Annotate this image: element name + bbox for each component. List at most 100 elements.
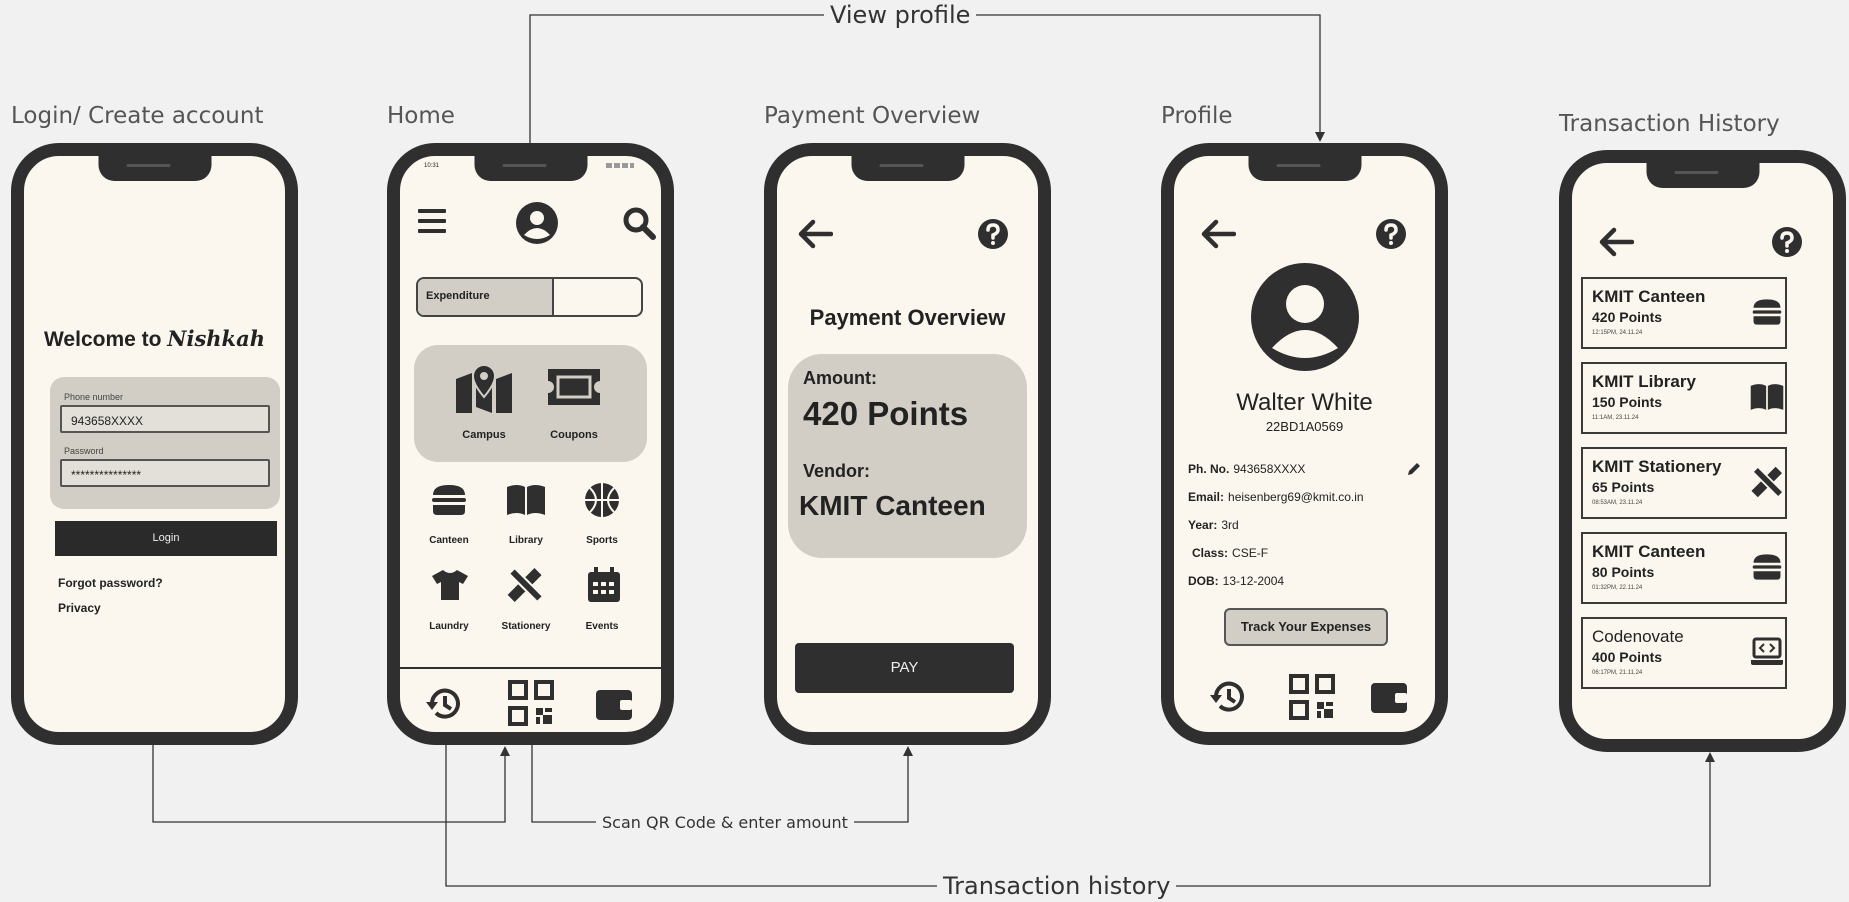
menu-icon[interactable] bbox=[416, 206, 448, 236]
vendor-label: Vendor: bbox=[803, 461, 871, 481]
burger-icon[interactable] bbox=[430, 483, 468, 517]
arrowhead-history bbox=[1705, 752, 1715, 762]
label-scan-qr: Scan QR Code & enter amount bbox=[596, 813, 854, 832]
email-label: Email: bbox=[1188, 490, 1225, 504]
transaction-card[interactable]: KMIT Stationery 65 Points 08:53AM, 23.11… bbox=[1581, 447, 1787, 519]
phone-label: Ph. No. bbox=[1188, 462, 1230, 476]
phone-home: 10:31 Expenditure Campus Coupons Canteen… bbox=[387, 143, 674, 745]
burger-icon bbox=[1752, 554, 1782, 580]
connector-transaction-history bbox=[445, 720, 1711, 887]
transaction-vendor: KMIT Library bbox=[1592, 372, 1696, 391]
phone-login: Welcome to Nishkah Phone number 943658XX… bbox=[11, 143, 298, 745]
book-icon[interactable] bbox=[505, 483, 547, 517]
ticket-icon[interactable] bbox=[546, 367, 602, 407]
expenditure-bar[interactable]: Expenditure bbox=[416, 277, 643, 317]
transaction-vendor: Codenovate bbox=[1592, 627, 1684, 646]
welcome-heading: Welcome to Nishkah bbox=[24, 326, 285, 352]
library-label: Library bbox=[509, 535, 543, 546]
email-value: heisenberg69@kmit.co.in bbox=[1228, 490, 1364, 504]
help-icon[interactable] bbox=[1771, 226, 1803, 258]
phone-notch bbox=[1248, 156, 1361, 181]
phone-profile: Walter White 22BD1A0569 Ph. No. 943658XXX… bbox=[1161, 143, 1448, 745]
arrowhead-payment bbox=[903, 746, 913, 756]
privacy-link[interactable]: Privacy bbox=[58, 601, 101, 615]
transaction-time: 06:17PM, 21.11.24 bbox=[1592, 670, 1643, 676]
vendor-value: KMIT Canteen bbox=[799, 490, 986, 521]
phone-value: 943658XXXX bbox=[1233, 462, 1306, 476]
transaction-points: 420 Points bbox=[1592, 309, 1663, 325]
qr-code-icon[interactable] bbox=[508, 680, 554, 726]
welcome-prefix: Welcome to bbox=[43, 328, 162, 351]
transaction-points: 150 Points bbox=[1592, 394, 1663, 410]
back-arrow-icon[interactable] bbox=[1200, 219, 1236, 249]
book-icon bbox=[1750, 384, 1784, 410]
phone-number-field[interactable]: 943658XXXX bbox=[60, 405, 270, 433]
transaction-card[interactable]: KMIT Library 150 Points 11:1AM, 23.11.24 bbox=[1581, 362, 1787, 434]
featured-panel: Campus Coupons bbox=[414, 345, 647, 462]
amount-label: Amount: bbox=[803, 368, 877, 388]
profile-name: Walter White bbox=[1236, 389, 1373, 416]
wallet-icon[interactable] bbox=[594, 686, 634, 722]
back-arrow-icon[interactable] bbox=[797, 219, 833, 249]
laptop-code-icon bbox=[1751, 637, 1783, 665]
transaction-card[interactable]: KMIT Canteen 420 Points 12:15PM, 24.11.2… bbox=[1581, 277, 1787, 349]
wallet-icon[interactable] bbox=[1369, 679, 1409, 715]
login-form: Phone number 943658XXXX Password *******… bbox=[50, 377, 280, 509]
pay-button[interactable]: PAY bbox=[795, 643, 1014, 693]
transaction-points: 80 Points bbox=[1592, 564, 1655, 580]
transaction-time: 11:1AM, 23.11.24 bbox=[1592, 415, 1639, 421]
transaction-points: 65 Points bbox=[1592, 479, 1655, 495]
screen-title-home: Home bbox=[387, 103, 455, 129]
help-icon[interactable] bbox=[1375, 218, 1407, 250]
sports-label: Sports bbox=[586, 535, 618, 546]
login-button[interactable]: Login bbox=[55, 521, 277, 556]
profile-roll-number: 22BD1A0569 bbox=[1265, 419, 1344, 434]
phone-history: KMIT Canteen 420 Points 12:15PM, 24.11.2… bbox=[1559, 150, 1846, 752]
track-expenses-button[interactable]: Track Your Expenses bbox=[1224, 608, 1388, 646]
back-arrow-icon[interactable] bbox=[1598, 227, 1634, 257]
history-icon[interactable] bbox=[1208, 677, 1248, 717]
transaction-vendor: KMIT Stationery bbox=[1592, 457, 1722, 476]
laundry-label: Laundry bbox=[429, 621, 469, 632]
screen-title-history: Transaction History bbox=[1559, 111, 1780, 137]
pencil-ruler-icon bbox=[1751, 465, 1785, 499]
payment-summary-panel: Amount: 420 Points Vendor: KMIT Canteen bbox=[788, 354, 1027, 558]
search-icon[interactable] bbox=[622, 206, 656, 240]
dob-value: 13-12-2004 bbox=[1222, 574, 1285, 588]
profile-avatar-icon[interactable] bbox=[515, 201, 559, 245]
transaction-card[interactable]: KMIT Canteen 80 Points 01:32PM, 22.11.24 bbox=[1581, 532, 1787, 604]
phone-number-label: Phone number bbox=[64, 392, 124, 402]
label-view-profile: View profile bbox=[824, 1, 977, 29]
profile-avatar-icon bbox=[1251, 263, 1359, 371]
calendar-icon[interactable] bbox=[586, 566, 622, 604]
year-label: Year: bbox=[1188, 518, 1218, 532]
forgot-password-link[interactable]: Forgot password? bbox=[58, 576, 163, 590]
stationery-label: Stationery bbox=[501, 621, 551, 632]
shirt-icon[interactable] bbox=[430, 568, 470, 602]
transaction-time: 12:15PM, 24.11.24 bbox=[1592, 330, 1643, 336]
transaction-time: 01:32PM, 22.11.24 bbox=[1592, 585, 1643, 591]
help-icon[interactable] bbox=[977, 218, 1009, 250]
screen-title-login: Login/ Create account bbox=[11, 103, 264, 129]
qr-code-icon[interactable] bbox=[1289, 674, 1335, 720]
phone-payment: Payment Overview Amount: 420 Points Vend… bbox=[764, 143, 1051, 745]
edit-pencil-icon[interactable] bbox=[1406, 461, 1422, 477]
basketball-icon[interactable] bbox=[583, 481, 621, 519]
year-value: 3rd bbox=[1221, 518, 1239, 532]
profile-email: Email: heisenberg69@kmit.co.in bbox=[1188, 490, 1364, 504]
password-field[interactable]: *************** bbox=[60, 459, 270, 487]
phone-notch bbox=[474, 156, 587, 181]
map-icon[interactable] bbox=[454, 363, 514, 415]
profile-phone: Ph. No. 943658XXXX bbox=[1188, 462, 1305, 476]
pencil-ruler-icon[interactable] bbox=[506, 565, 546, 605]
transaction-points: 400 Points bbox=[1592, 649, 1663, 665]
history-icon[interactable] bbox=[424, 684, 464, 724]
amount-value: 420 Points bbox=[803, 395, 969, 432]
canteen-label: Canteen bbox=[429, 535, 469, 546]
phone-notch bbox=[1646, 163, 1759, 188]
screen-title-profile: Profile bbox=[1161, 103, 1233, 129]
transaction-card[interactable]: Codenovate 400 Points 06:17PM, 21.11.24 bbox=[1581, 617, 1787, 689]
transaction-vendor: KMIT Canteen bbox=[1592, 542, 1706, 561]
profile-class: Class: CSE-F bbox=[1192, 546, 1268, 560]
events-label: Events bbox=[585, 621, 619, 632]
